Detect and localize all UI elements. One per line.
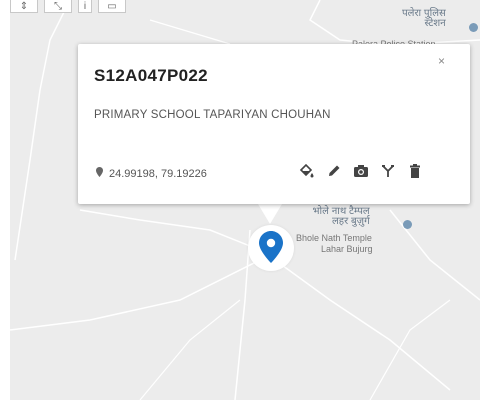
map-marker-icon[interactable] bbox=[259, 231, 283, 263]
poi-police-hindi-line2: स्टेशन bbox=[424, 18, 446, 29]
popup-title: S12A047P022 bbox=[94, 66, 208, 85]
zoom-tool-button[interactable]: ⤡ bbox=[44, 0, 72, 13]
paint-bucket-icon[interactable] bbox=[298, 162, 315, 179]
popup-tail bbox=[258, 204, 282, 224]
zoom-icon: ⤡ bbox=[54, 1, 62, 12]
poi-label-police-hi: पलेरा पुलिस स्टेशन bbox=[402, 9, 446, 29]
poi-label-temple-en: Bhole Nath Temple bbox=[296, 233, 372, 243]
poi-temple-hindi-line2: लहर बुज़ुर्ग bbox=[332, 216, 370, 227]
layers-tool-button[interactable]: ▭ bbox=[98, 0, 126, 13]
layers-icon: ▭ bbox=[107, 1, 117, 12]
police-station-pin-icon[interactable] bbox=[469, 23, 478, 32]
popup-description: PRIMARY SCHOOL TAPARIYAN CHOUHAN bbox=[94, 109, 331, 121]
info-tool-button[interactable]: i bbox=[78, 0, 92, 13]
info-icon: i bbox=[83, 1, 87, 12]
poi-label-lahar-en: Lahar Bujurg bbox=[321, 244, 373, 254]
popup-coordinates: 24.99198, 79.19226 bbox=[96, 167, 207, 180]
location-pin-icon bbox=[96, 167, 103, 180]
pan-icon: ⇕ bbox=[19, 1, 29, 12]
temple-pin-icon[interactable] bbox=[403, 220, 412, 229]
fork-icon[interactable] bbox=[379, 162, 396, 179]
coordinates-text: 24.99198, 79.19226 bbox=[109, 167, 207, 180]
popup-actions bbox=[298, 162, 423, 179]
poi-label-temple-hi: भोले नाथ टैम्पल लहर बुज़ुर्ग bbox=[308, 207, 370, 227]
pencil-icon[interactable] bbox=[325, 162, 342, 179]
map-toolbar: ⇕ ⤡ i ▭ bbox=[10, 0, 126, 13]
trash-icon[interactable] bbox=[406, 162, 423, 179]
close-icon[interactable]: × bbox=[438, 54, 445, 68]
camera-icon[interactable] bbox=[352, 162, 369, 179]
pan-tool-button[interactable]: ⇕ bbox=[10, 0, 38, 13]
location-popup: S12A047P022 × PRIMARY SCHOOL TAPARIYAN C… bbox=[78, 44, 470, 204]
